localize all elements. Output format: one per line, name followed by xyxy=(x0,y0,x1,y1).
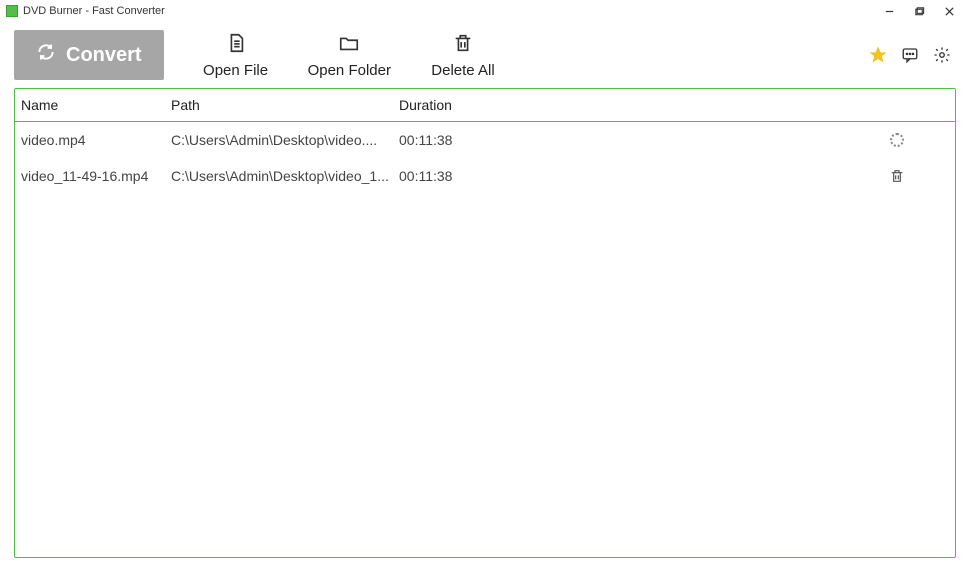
cell-path: C:\Users\Admin\Desktop\video.... xyxy=(171,132,399,148)
column-header-duration: Duration xyxy=(399,97,509,113)
column-header-name: Name xyxy=(21,97,171,113)
file-table: Name Path Duration video.mp4 C:\Users\Ad… xyxy=(14,88,956,558)
toolbar-right-icons xyxy=(868,45,956,65)
cell-path: C:\Users\Admin\Desktop\video_1... xyxy=(171,168,399,184)
settings-icon[interactable] xyxy=(932,45,952,65)
row-status-loading xyxy=(885,128,909,152)
app-icon xyxy=(6,5,18,17)
open-file-button[interactable]: Open File xyxy=(196,32,276,79)
loading-spinner-icon xyxy=(890,133,904,147)
open-folder-button[interactable]: Open Folder xyxy=(308,32,391,79)
feedback-icon[interactable] xyxy=(900,45,920,65)
cell-duration: 00:11:38 xyxy=(399,168,509,184)
delete-all-button[interactable]: Delete All xyxy=(423,32,503,79)
convert-button[interactable]: Convert xyxy=(14,30,164,80)
column-header-path: Path xyxy=(171,97,399,113)
table-row[interactable]: video_11-49-16.mp4 C:\Users\Admin\Deskto… xyxy=(15,158,955,194)
window-title: DVD Burner - Fast Converter xyxy=(23,5,165,17)
cell-name: video.mp4 xyxy=(21,132,171,148)
delete-all-label: Delete All xyxy=(431,62,494,79)
row-delete-button[interactable] xyxy=(885,164,909,188)
open-file-label: Open File xyxy=(203,62,268,79)
toolbar: Convert Open File Open Folder xyxy=(0,22,970,88)
trash-icon xyxy=(889,168,905,184)
window-maximize-button[interactable] xyxy=(904,0,934,22)
table-row[interactable]: video.mp4 C:\Users\Admin\Desktop\video..… xyxy=(15,122,955,158)
table-header-row: Name Path Duration xyxy=(15,89,955,122)
trash-icon xyxy=(452,32,474,58)
cell-duration: 00:11:38 xyxy=(399,132,509,148)
convert-button-label: Convert xyxy=(66,44,142,67)
refresh-icon xyxy=(36,42,56,68)
window-titlebar: DVD Burner - Fast Converter xyxy=(0,0,970,22)
cell-name: video_11-49-16.mp4 xyxy=(21,168,171,184)
window-minimize-button[interactable] xyxy=(874,0,904,22)
window-close-button[interactable] xyxy=(934,0,964,22)
open-folder-label: Open Folder xyxy=(308,62,391,79)
file-icon xyxy=(225,32,247,58)
star-icon[interactable] xyxy=(868,45,888,65)
folder-icon xyxy=(338,32,360,58)
